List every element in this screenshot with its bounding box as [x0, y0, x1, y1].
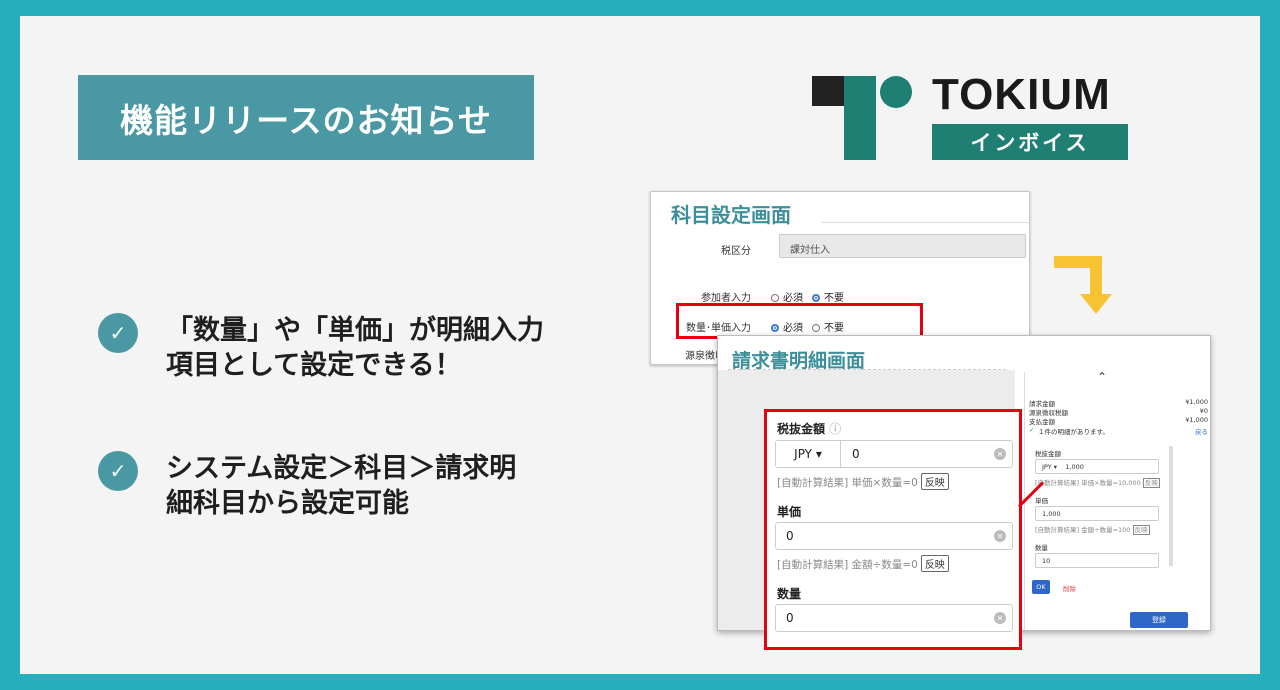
detail-count: １件の明細があります。 [1038, 428, 1109, 436]
detail-form-highlight: 税抜金額 ⓘ JPY ▾ 0 ✕ [自動計算結果] 単価×数量=0 反映 単価 0… [764, 409, 1022, 650]
check-icon: ✓ [98, 313, 138, 353]
side-amount-note: [自動計算結果] 単価×数量=10,000 反映 [1035, 478, 1160, 488]
side-unit-note: [自動計算結果] 金額÷数量=100 反映 [1035, 525, 1150, 535]
clear-icon[interactable]: ✕ [994, 530, 1006, 542]
side-unit-price-input[interactable]: 1,000 [1035, 506, 1159, 521]
billing-amount-value: ¥1,000 [1185, 398, 1208, 406]
logo-product: インボイス [932, 124, 1128, 160]
unit-price-input[interactable]: 0 ✕ [775, 522, 1013, 550]
release-banner: 機能リリースのお知らせ [78, 75, 534, 160]
withholding-amount-value: ¥0 [1199, 407, 1208, 415]
participant-label: 参加者入力 [701, 293, 751, 304]
side-quantity-label: 数量 [1035, 544, 1048, 552]
currency-select[interactable]: JPY ▾ [776, 441, 841, 467]
bullet-2-line-1: システム設定＞科目＞請求明 [166, 453, 517, 484]
side-amount-input[interactable]: JPY ▾ 1,000 [1035, 459, 1159, 474]
auto-calc-note-2: [自動計算結果] 金額÷数量=0 反映 [777, 555, 949, 572]
side-panel: ⌃ 請求金額 ¥1,000 源泉徴収税額 ¥0 支払金額 ¥1,000 ✓ １件… [1024, 370, 1210, 630]
feature-bullet-2: ✓ システム設定＞科目＞請求明 細科目から設定可能 [98, 451, 516, 521]
clear-icon[interactable]: ✕ [994, 612, 1006, 624]
tax-excluded-label: 税抜金額 ⓘ [777, 422, 842, 436]
register-button[interactable]: 登録 [1130, 612, 1188, 628]
payment-amount-value: ¥1,000 [1185, 416, 1208, 424]
side-quantity-input[interactable]: 10 [1035, 553, 1159, 568]
help-icon: ⓘ [829, 422, 842, 436]
delete-link[interactable]: 削除 [1063, 583, 1076, 593]
unit-price-label: 単価 [777, 505, 802, 519]
check-icon: ✓ [1029, 426, 1035, 434]
qty-price-highlight [676, 303, 923, 339]
bullet-2-line-2: 細科目から設定可能 [166, 488, 409, 519]
side-scrollbar[interactable] [1169, 446, 1173, 566]
side-unit-price-label: 単価 [1035, 497, 1048, 505]
participant-not-required-radio[interactable]: 不要 [812, 289, 844, 304]
payment-amount-label: 支払金額 [1029, 418, 1055, 426]
back-link[interactable]: 戻る [1195, 426, 1208, 436]
participant-required-radio[interactable]: 必須 [771, 289, 803, 304]
side-tax-excluded-label: 税抜金額 [1035, 450, 1061, 458]
tax-category-label: 税区分 [721, 246, 751, 257]
quantity-input[interactable]: 0 ✕ [775, 604, 1013, 632]
tokium-logo: TOKIUM インボイス [812, 70, 1132, 160]
ok-button[interactable]: OK [1032, 580, 1050, 594]
feature-bullet-1: ✓ 「数量」や「単価」が明細入力 項目として設定できる！ [98, 313, 544, 383]
logo-brand: TOKIUM [932, 70, 1111, 119]
banner-title: 機能リリースのお知らせ [120, 100, 492, 140]
arrow-down-icon [1054, 256, 1112, 314]
auto-calc-note-1: [自動計算結果] 単価×数量=0 反映 [777, 473, 949, 490]
chevron-up-icon[interactable]: ⌃ [1097, 370, 1107, 384]
reflect-button-2[interactable]: 反映 [920, 555, 949, 572]
bullet-1-line-1: 「数量」や「単価」が明細入力 [166, 315, 544, 346]
quantity-label: 数量 [777, 587, 802, 601]
bullet-1-line-2: 項目として設定できる！ [166, 350, 462, 381]
check-icon: ✓ [98, 451, 138, 491]
tax-category-field[interactable]: 課対仕入 [779, 234, 1026, 258]
clear-icon[interactable]: ✕ [994, 448, 1006, 460]
reflect-button-1[interactable]: 反映 [920, 473, 949, 490]
account-settings-title: 科目設定画面 [671, 203, 791, 227]
tax-excluded-input[interactable]: JPY ▾ 0 ✕ [775, 440, 1013, 468]
